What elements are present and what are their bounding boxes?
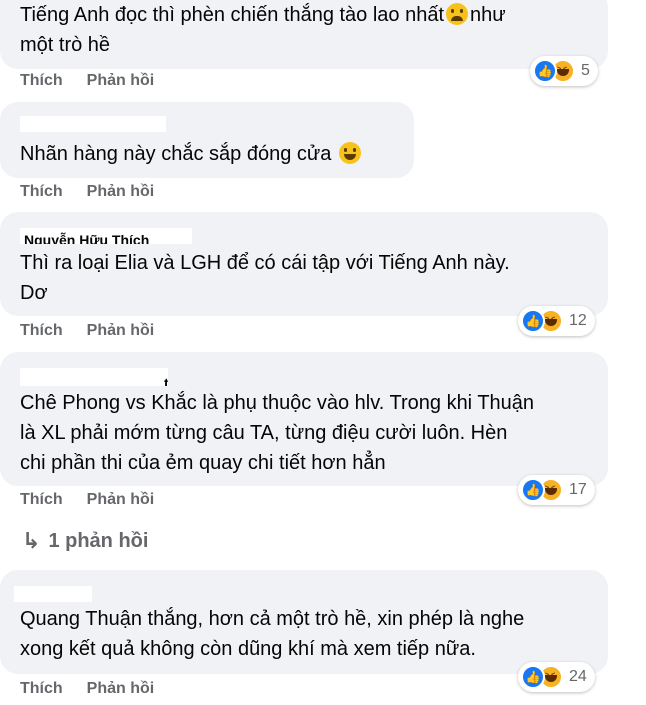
comment-author-redacted <box>20 116 166 132</box>
like-button[interactable]: Thích <box>20 72 63 90</box>
reaction-count: 24 <box>569 668 587 685</box>
comment-author-redacted: t <box>20 368 168 386</box>
comment-bubble: t Chê Phong vs Khắc là phụ thuộc vào hlv… <box>0 352 608 486</box>
comment-actions: Thích Phản hồi <box>20 72 154 90</box>
like-button[interactable]: Thích <box>20 680 63 698</box>
grinning-face-emoji-icon <box>338 142 361 164</box>
comment-text: Quang Thuận thắng, hơn cả một trò hề, xi… <box>20 608 525 660</box>
like-button[interactable]: Thích <box>20 322 63 340</box>
comment-bubble: Nguyễn Hữu Thích Thì ra loại Elia và LGH… <box>0 212 608 316</box>
thumbs-up-icon: 👍 <box>521 478 545 502</box>
comment-actions: Thích Phản hồi <box>20 491 154 509</box>
comment-bubble: Tiếng Anh đọc thì phèn chiến thắng tào l… <box>0 0 608 69</box>
comment-actions: Thích Phản hồi <box>20 322 154 340</box>
reaction-count: 12 <box>569 312 587 329</box>
reaction-summary[interactable]: 👍 >< 24 <box>518 662 595 692</box>
reaction-count: 17 <box>569 481 587 498</box>
view-replies-link[interactable]: ↳ 1 phản hồi <box>22 528 148 554</box>
comment-text: Tiếng Anh đọc thì phèn chiến thắng tào l… <box>20 3 506 56</box>
comment-actions: Thích Phản hồi <box>20 183 154 201</box>
comment-author-redacted: Nguyễn Hữu Thích <box>20 228 192 244</box>
comment-text: Nhãn hàng này chắc sắp đóng cửa <box>14 102 400 169</box>
reply-arrow-icon: ↳ <box>22 528 41 553</box>
thumbs-up-icon: 👍 <box>521 665 545 689</box>
comment-actions: Thích Phản hồi <box>20 680 154 698</box>
reaction-summary[interactable]: 👍 >< 17 <box>518 475 595 505</box>
thumbs-up-icon: 👍 <box>521 309 545 333</box>
comment-author-redacted <box>14 586 92 602</box>
reply-button[interactable]: Phản hồi <box>87 183 155 201</box>
like-button[interactable]: Thích <box>20 183 63 201</box>
reaction-summary[interactable]: 👍 >< 12 <box>518 306 595 336</box>
comment-bubble: Nhãn hàng này chắc sắp đóng cửa <box>0 102 414 178</box>
reply-button[interactable]: Phản hồi <box>87 72 155 90</box>
like-button[interactable]: Thích <box>20 491 63 509</box>
reaction-count: 5 <box>581 62 590 79</box>
upside-down-face-emoji-icon <box>446 3 469 25</box>
reaction-summary[interactable]: 👍 >< 5 <box>530 56 598 86</box>
comment-bubble: Quang Thuận thắng, hơn cả một trò hề, xi… <box>0 570 608 674</box>
reply-button[interactable]: Phản hồi <box>87 491 155 509</box>
comment-text: Thì ra loại Elia và LGH để có cái tập vớ… <box>20 252 510 304</box>
thumbs-up-icon: 👍 <box>533 59 557 83</box>
replies-count-label: 1 phản hồi <box>48 529 149 552</box>
reply-button[interactable]: Phản hồi <box>87 680 155 698</box>
reply-button[interactable]: Phản hồi <box>87 322 155 340</box>
